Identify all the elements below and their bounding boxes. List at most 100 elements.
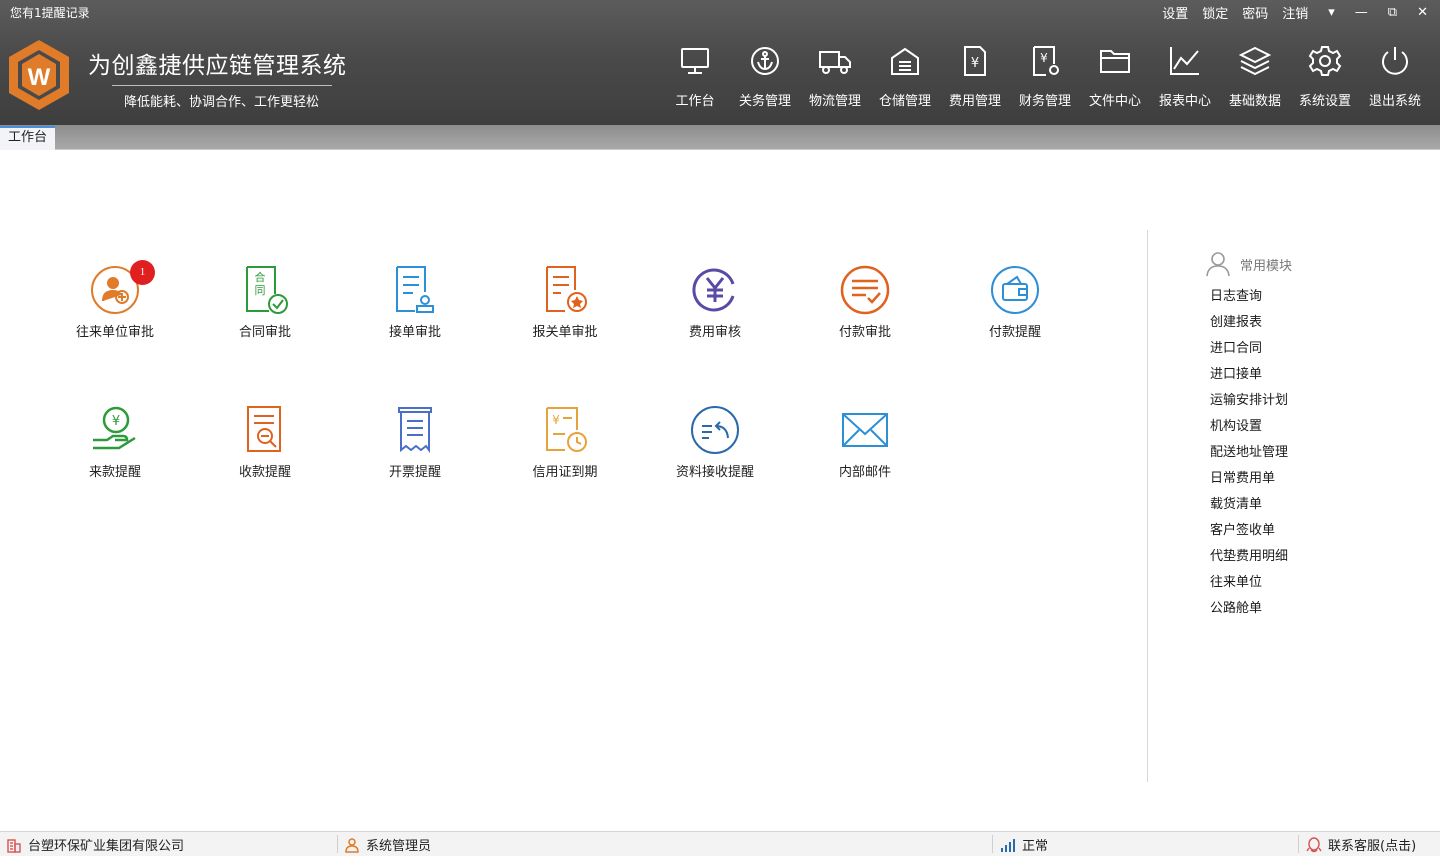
nav-customs[interactable]: 关务管理: [730, 44, 800, 109]
gear-icon: [1308, 46, 1342, 76]
quick-item-cargo-manifest[interactable]: 载货清单: [1210, 492, 1292, 518]
power-icon: [1382, 47, 1408, 75]
nav-warehouse[interactable]: 仓储管理: [870, 44, 940, 109]
tile-receipt-reminder[interactable]: 收款提醒: [190, 404, 340, 480]
nav-logistics[interactable]: 物流管理: [800, 44, 870, 109]
quick-modules-panel: 常用模块 日志查询 创建报表 进口合同 进口接单 运输安排计划 机构设置 配送地…: [1204, 250, 1292, 622]
tile-incoming-payment[interactable]: ¥ 来款提醒: [40, 404, 190, 480]
nav-expense[interactable]: ¥ 费用管理: [940, 44, 1010, 109]
svg-text:¥: ¥: [552, 413, 560, 427]
minimize-window-button[interactable]: —: [1355, 5, 1368, 20]
quick-item-log-query[interactable]: 日志查询: [1210, 284, 1292, 310]
quick-item-import-order[interactable]: 进口接单: [1210, 362, 1292, 388]
nav-finance[interactable]: ¥ 财务管理: [1010, 44, 1080, 109]
tile-payment-reminder[interactable]: 付款提醒: [940, 264, 1090, 340]
status-separator: [337, 835, 338, 853]
company-name: 台塑环保矿业集团有限公司: [28, 839, 185, 854]
quick-item-org-settings[interactable]: 机构设置: [1210, 414, 1292, 440]
tile-customs-approval[interactable]: 报关单审批: [490, 264, 640, 340]
tile-internal-mail[interactable]: 内部邮件: [790, 404, 940, 480]
user-name: 系统管理员: [366, 839, 432, 854]
contract-approval-icon: 合同: [246, 266, 288, 314]
tile-label: 接单审批: [388, 325, 441, 340]
quick-item-partners[interactable]: 往来单位: [1210, 570, 1292, 596]
tile-data-receive[interactable]: 资料接收提醒: [640, 404, 790, 480]
restore-window-button[interactable]: ⧉: [1388, 5, 1397, 20]
svg-text:W: W: [28, 64, 51, 91]
anchor-icon: [751, 47, 779, 75]
nav-label: 系统设置: [1298, 94, 1351, 109]
quick-item-import-contract[interactable]: 进口合同: [1210, 336, 1292, 362]
reminder-link[interactable]: 您有1提醒记录: [10, 4, 90, 21]
order-approval-icon: [396, 266, 434, 313]
tile-invoice-reminder[interactable]: 开票提醒: [340, 404, 490, 480]
yen-circle-icon: [692, 268, 735, 312]
nav-workbench[interactable]: 工作台: [660, 44, 730, 109]
payment-approval-icon: [840, 265, 890, 315]
nav-label: 关务管理: [738, 94, 791, 109]
tile-label: 来款提醒: [88, 465, 141, 480]
warehouse-icon: [891, 47, 919, 75]
tile-expense-review[interactable]: 费用审核: [640, 264, 790, 340]
password-link[interactable]: 密码: [1242, 3, 1268, 22]
building-icon: [7, 838, 21, 853]
tile-payment-approval[interactable]: 付款审批: [790, 264, 940, 340]
quick-item-transport-plan[interactable]: 运输安排计划: [1210, 388, 1292, 414]
tile-partner-approval[interactable]: 1 往来单位审批: [40, 260, 190, 340]
nav-label: 财务管理: [1018, 94, 1071, 109]
app-header: 您有1提醒记录 设置 锁定 密码 注销 ▾ — ⧉ ✕ W 为创鑫捷供应链管理系…: [0, 0, 1440, 125]
tile-label: 付款审批: [838, 325, 891, 340]
close-window-button[interactable]: ✕: [1417, 5, 1428, 20]
quick-item-road-manifest[interactable]: 公路舱单: [1210, 596, 1292, 622]
nav-basedata[interactable]: 基础数据: [1220, 44, 1290, 109]
truck-icon: [819, 51, 851, 74]
folder-icon: [1100, 50, 1130, 73]
nav-files[interactable]: 文件中心: [1080, 44, 1150, 109]
support-qq-icon: [1306, 836, 1322, 852]
customs-declaration-icon: [546, 266, 587, 312]
app-title: 为创鑫捷供应链管理系统: [88, 53, 347, 79]
svg-text:¥: ¥: [971, 56, 979, 71]
quick-item-daily-expense[interactable]: 日常费用单: [1210, 466, 1292, 492]
line-chart-icon: [1170, 47, 1199, 75]
main-nav: 工作台 关务管理 物流管理 仓储管理 ¥ 费用管理 ¥ 财务管理 文件中心 报表…: [660, 44, 1430, 109]
nav-exit[interactable]: 退出系统: [1360, 44, 1430, 109]
lock-link[interactable]: 锁定: [1202, 3, 1228, 22]
nav-reports[interactable]: 报表中心: [1150, 44, 1220, 109]
nav-label: 基础数据: [1228, 94, 1281, 109]
tile-order-approval[interactable]: 接单审批: [340, 264, 490, 340]
mail-icon: [842, 413, 888, 447]
quick-item-create-report[interactable]: 创建报表: [1210, 310, 1292, 336]
tab-bar: 工作台: [0, 125, 1440, 150]
monitor-icon: [681, 48, 709, 74]
quick-item-delivery-address[interactable]: 配送地址管理: [1210, 440, 1292, 466]
receipt-search-icon: [247, 406, 281, 452]
nav-label: 工作台: [675, 94, 715, 109]
nav-label: 费用管理: [948, 94, 1001, 109]
tile-label: 合同审批: [238, 325, 291, 340]
dropdown-window-button[interactable]: ▾: [1328, 5, 1335, 20]
status-separator: [1298, 835, 1299, 853]
title-divider: [112, 85, 332, 86]
invoice-icon: [398, 407, 432, 453]
status-separator: [992, 835, 993, 853]
wallet-icon: [991, 266, 1039, 314]
contact-support-label[interactable]: 联系客服(点击): [1328, 835, 1416, 854]
quick-modules-title: 常用模块: [1240, 258, 1293, 274]
settings-link[interactable]: 设置: [1162, 3, 1188, 22]
tile-label: 资料接收提醒: [675, 465, 754, 480]
tile-credit-expiry[interactable]: ¥ 信用证到期: [490, 404, 640, 480]
quick-item-customer-receipt[interactable]: 客户签收单: [1210, 518, 1292, 544]
quick-modules-list: 日志查询 创建报表 进口合同 进口接单 运输安排计划 机构设置 配送地址管理 日…: [1210, 284, 1292, 622]
tile-label: 往来单位审批: [75, 325, 154, 340]
svg-text:同: 同: [255, 284, 266, 297]
quick-item-advance-fee-detail[interactable]: 代垫费用明细: [1210, 544, 1292, 570]
tab-workbench[interactable]: 工作台: [0, 126, 55, 150]
tile-contract-approval[interactable]: 合同 合同审批: [190, 264, 340, 340]
nav-label: 文件中心: [1088, 94, 1141, 109]
logout-link[interactable]: 注销: [1282, 3, 1308, 22]
status-connection: 正常: [1000, 835, 1048, 854]
nav-system-settings[interactable]: 系统设置: [1290, 44, 1360, 109]
contact-support-button[interactable]: 联系客服(点击): [1306, 835, 1416, 854]
hand-coin-icon: ¥: [93, 406, 136, 450]
